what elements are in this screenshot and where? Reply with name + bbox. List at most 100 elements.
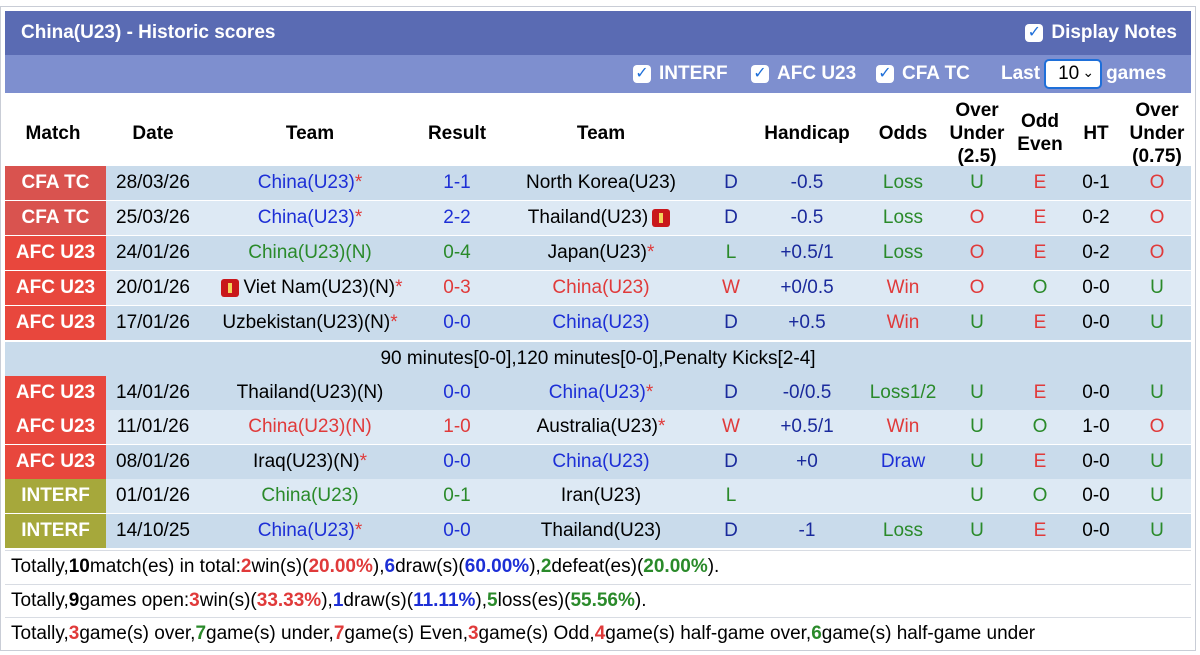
home-team-name[interactable]: China(U23)(N)	[248, 242, 372, 264]
afc-u23-checkbox[interactable]: ✓	[751, 65, 769, 83]
away-team-name[interactable]: North Korea(U23)	[526, 172, 676, 194]
away-team[interactable]: China(U23)	[501, 445, 701, 479]
score-away: 0	[460, 416, 471, 437]
match-type-badge[interactable]: INTERF	[5, 514, 106, 548]
match-type-badge[interactable]: AFC U23	[5, 306, 106, 340]
games-label: games	[1106, 63, 1167, 84]
match-result[interactable]: 0-1	[409, 479, 505, 513]
away-team[interactable]: China(U23)	[501, 271, 701, 305]
filter-afc-u23[interactable]: ✓ AFC U23	[751, 55, 856, 93]
table-row[interactable]: INTERF 01/01/26 China(U23) 0-1 Iran(U23) L U O 0…	[5, 479, 1191, 513]
match-type-badge[interactable]: CFA TC	[5, 201, 106, 235]
home-team-name[interactable]: China(U23)(N)	[248, 416, 372, 438]
table-row[interactable]: AFC U23 24/01/26 China(U23)(N) 0-4 Japan(U23…	[5, 236, 1191, 270]
summary-odd: 3	[467, 622, 479, 644]
match-result[interactable]: 0-0	[409, 514, 505, 548]
table-row[interactable]: AFC U23 17/01/26 Uzbekistan(U23)(N) * 0-0 Chi…	[5, 306, 1191, 340]
away-team-name[interactable]: Australia(U23)	[537, 416, 658, 438]
match-type-badge[interactable]: AFC U23	[5, 445, 106, 479]
away-team-name[interactable]: China(U23)	[552, 312, 649, 334]
table-row[interactable]: CFA TC 28/03/26 China(U23) * 1-1 North Korea(…	[5, 166, 1191, 200]
cfa-tc-checkbox[interactable]: ✓	[876, 65, 894, 83]
home-team[interactable]: Viet Nam(U23)(N) *	[205, 271, 415, 305]
home-team-name[interactable]: Thailand(U23)(N)	[237, 382, 384, 404]
checkmark-icon: ✓	[1027, 24, 1042, 41]
table-row[interactable]: AFC U23 14/01/26 Thailand(U23)(N) 0-0 China(…	[5, 376, 1191, 410]
summary-text: draw(s)(	[395, 555, 465, 577]
home-marker: *	[354, 520, 363, 541]
home-team-name[interactable]: China(U23)	[258, 520, 355, 542]
match-type-badge[interactable]: INTERF	[5, 479, 106, 513]
over-under-2-5: O	[969, 207, 985, 228]
match-type-badge[interactable]: CFA TC	[5, 166, 106, 200]
match-type-badge[interactable]: AFC U23	[5, 410, 106, 444]
away-team-name[interactable]: Japan(U23)	[548, 242, 647, 264]
home-team[interactable]: China(U23)	[205, 479, 415, 513]
home-team-name[interactable]: Viet Nam(U23)(N)	[243, 277, 395, 299]
away-team-name[interactable]: China(U23)	[549, 382, 646, 404]
match-result[interactable]: 1-0	[409, 410, 505, 444]
home-team-name[interactable]: Iraq(U23)(N)	[253, 451, 360, 473]
match-result[interactable]: 0-4	[409, 236, 505, 270]
home-team-name[interactable]: Uzbekistan(U23)(N)	[222, 312, 390, 334]
away-team[interactable]: Thailand(U23)	[501, 514, 701, 548]
match-type-badge[interactable]: AFC U23	[5, 236, 106, 270]
summary-count: 10	[68, 555, 90, 577]
away-team-name[interactable]: Iran(U23)	[561, 485, 641, 507]
away-team-name[interactable]: Thailand(U23)	[541, 520, 661, 542]
away-team[interactable]: China(U23) *	[501, 376, 701, 410]
away-team[interactable]: Thailand(U23)	[501, 201, 701, 235]
away-team[interactable]: China(U23)	[501, 306, 701, 340]
home-team[interactable]: Uzbekistan(U23)(N) *	[205, 306, 415, 340]
away-team-name[interactable]: China(U23)	[552, 277, 649, 299]
away-team[interactable]: North Korea(U23)	[501, 166, 701, 200]
match-type-badge[interactable]: AFC U23	[5, 271, 106, 305]
col-over-under-2-5: Over Under (2.5)	[939, 93, 1015, 173]
home-team[interactable]: China(U23) *	[205, 166, 415, 200]
away-team-name[interactable]: China(U23)	[552, 451, 649, 473]
display-notes-toggle[interactable]: ✓ Display Notes	[1025, 11, 1177, 55]
home-marker: *	[390, 312, 398, 333]
odds-result: Loss	[882, 172, 924, 193]
match-result[interactable]: 2-2	[409, 201, 505, 235]
filter-interf[interactable]: ✓ INTERF	[633, 55, 728, 93]
red-card-icon	[652, 209, 671, 227]
home-team[interactable]: Thailand(U23)(N)	[205, 376, 415, 410]
summary-text: game(s) under,	[206, 622, 334, 644]
match-result[interactable]: 0-0	[409, 306, 505, 340]
table-row[interactable]: AFC U23 20/01/26 Viet Nam(U23)(N) * 0-3 China…	[5, 271, 1191, 305]
table-row[interactable]: AFC U23 11/01/26 China(U23)(N) 1-0 Australia…	[5, 410, 1191, 444]
home-team[interactable]: China(U23) *	[205, 201, 415, 235]
table-row[interactable]: CFA TC 25/03/26 China(U23) * 2-2 Thailand(U23…	[5, 201, 1191, 235]
match-result[interactable]: 0-0	[409, 376, 505, 410]
table-row[interactable]: AFC U23 08/01/26 Iraq(U23)(N) * 0-0 China(U23…	[5, 445, 1191, 479]
home-team[interactable]: China(U23)(N)	[205, 236, 415, 270]
table-row[interactable]: INTERF 14/10/25 China(U23) * 0-0 Thailand(U23…	[5, 514, 1191, 548]
home-team-name[interactable]: China(U23)	[258, 172, 355, 194]
away-team[interactable]: Japan(U23) *	[501, 236, 701, 270]
match-result[interactable]: 0-3	[409, 271, 505, 305]
score-home: 0	[443, 242, 454, 263]
away-team-name[interactable]: Thailand(U23)	[528, 207, 648, 229]
match-date: 14/10/25	[116, 520, 190, 541]
home-team[interactable]: Iraq(U23)(N) *	[205, 445, 415, 479]
display-notes-checkbox[interactable]: ✓	[1025, 24, 1044, 42]
filter-cfa-tc[interactable]: ✓ CFA TC	[876, 55, 970, 93]
home-team-name[interactable]: China(U23)	[261, 485, 358, 507]
interf-checkbox[interactable]: ✓	[633, 65, 651, 83]
over-under-0-75: O	[1149, 416, 1165, 437]
away-team[interactable]: Australia(U23) *	[501, 410, 701, 444]
home-team[interactable]: China(U23) *	[205, 514, 415, 548]
last-games-select[interactable]: 10 ⌄	[1044, 59, 1103, 89]
table-header: Match Date Team Result Team Handicap Odd…	[5, 93, 1191, 173]
display-notes-label: Display Notes	[1051, 22, 1177, 43]
match-date: 08/01/26	[116, 451, 190, 472]
match-result[interactable]: 0-0	[409, 445, 505, 479]
home-team[interactable]: China(U23)(N)	[205, 410, 415, 444]
col-oe-line1: Odd	[1021, 111, 1059, 132]
away-team[interactable]: Iran(U23)	[501, 479, 701, 513]
col-odds: Odds	[878, 122, 928, 144]
home-team-name[interactable]: China(U23)	[258, 207, 355, 229]
match-result[interactable]: 1-1	[409, 166, 505, 200]
match-type-badge[interactable]: AFC U23	[5, 376, 106, 410]
